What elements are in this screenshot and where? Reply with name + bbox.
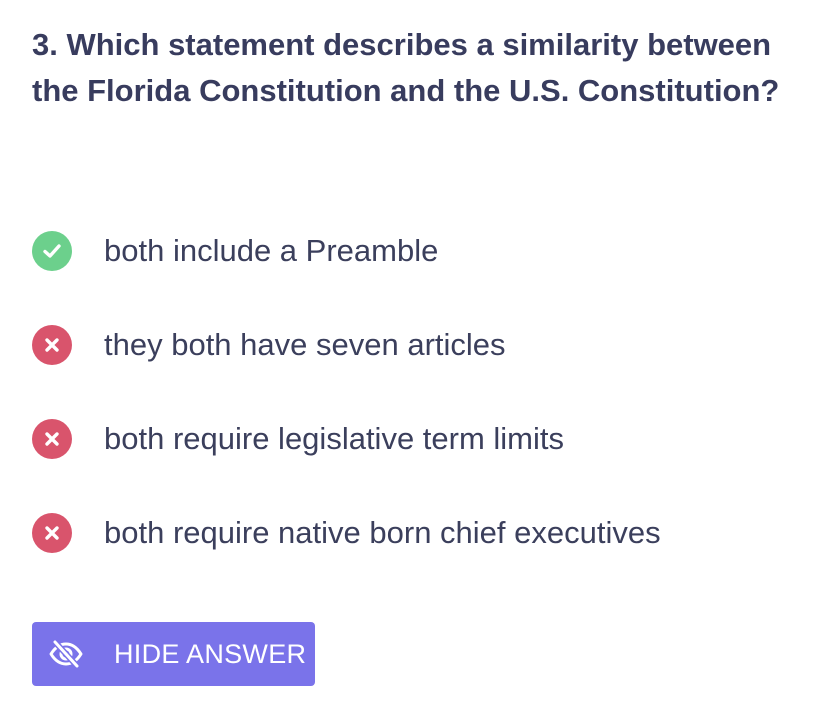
answer-option-correct: both include a Preamble	[32, 224, 812, 318]
answer-option-label: both require native born chief executive…	[104, 515, 661, 550]
answer-option-incorrect: they both have seven articles	[32, 318, 812, 412]
x-icon	[32, 513, 72, 553]
eye-slash-icon	[48, 636, 84, 672]
x-icon	[32, 325, 72, 365]
answer-options: both include a Preamble they both have s…	[32, 224, 812, 600]
answer-option-label: both require legislative term limits	[104, 421, 565, 456]
check-icon	[32, 231, 72, 271]
answer-option-label: they both have seven articles	[104, 327, 506, 362]
answer-option-incorrect: both require legislative term limits	[32, 412, 812, 506]
question-text: 3. Which statement describes a similarit…	[32, 27, 780, 108]
hide-answer-label: HIDE ANSWER	[114, 638, 307, 669]
x-icon	[32, 419, 72, 459]
answer-option-label: both include a Preamble	[104, 233, 439, 268]
hide-answer-button[interactable]: HIDE ANSWER	[32, 622, 315, 686]
answer-option-incorrect: both require native born chief executive…	[32, 506, 812, 600]
